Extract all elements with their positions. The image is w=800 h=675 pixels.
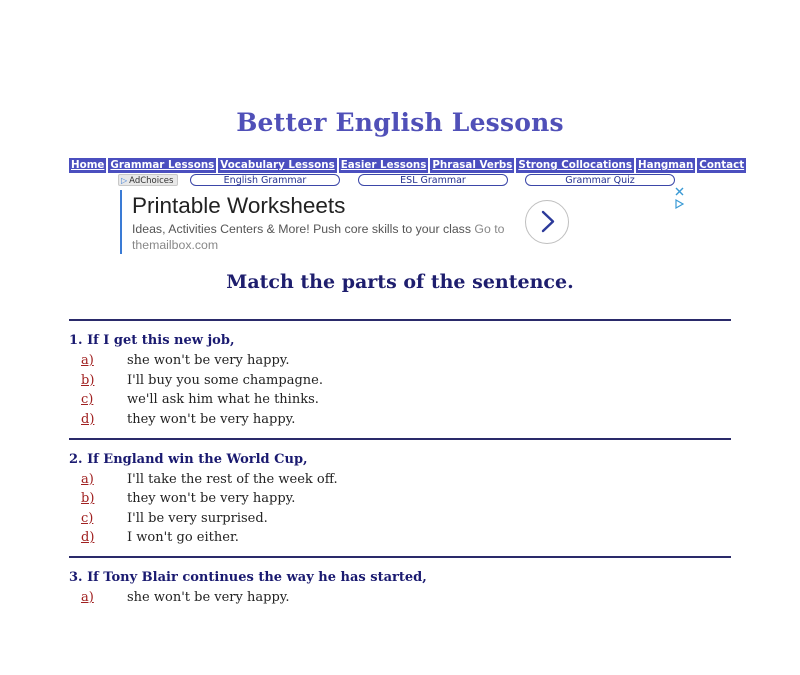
option-text: I won't go either. — [127, 530, 239, 545]
nav-item-easier-lessons[interactable]: Easier Lessons — [338, 158, 429, 173]
option-letter-link[interactable]: a) — [81, 472, 94, 487]
nav-bar: Home Grammar Lessons Vocabulary Lessons … — [69, 158, 747, 173]
option-text: she won't be very happy. — [127, 353, 290, 368]
option-row: c) we'll ask him what he thinks. — [69, 392, 731, 412]
option-text: they won't be very happy. — [127, 411, 296, 427]
ad-corner-controls — [673, 186, 685, 210]
option-letter-link[interactable]: d) — [81, 412, 94, 427]
option-text: I'll buy you some champagne. — [127, 372, 323, 388]
adchoices-badge[interactable]: ▷ AdChoices — [118, 174, 178, 186]
option-row: a) I'll take the rest of the week off. — [69, 472, 731, 492]
ad-links-bar: ▷ AdChoices English Grammar ESL Grammar G… — [118, 174, 678, 187]
question-text: 2. If England win the World Cup, — [69, 451, 308, 467]
option-letter-link[interactable]: d) — [81, 530, 94, 545]
quiz: 1. If I get this new job, a) she won't b… — [69, 319, 731, 675]
option-row: c) I'll be very surprised. — [69, 511, 731, 531]
option-row: b) I'll buy you some champagne. — [69, 373, 731, 393]
option-row: d) I won't go either. — [69, 530, 731, 550]
close-icon[interactable] — [673, 186, 685, 210]
nav-item-strong-collocations[interactable]: Strong Collocations — [516, 158, 634, 173]
chevron-right-icon-svg — [541, 210, 555, 233]
nav-item-contact[interactable]: Contact — [697, 158, 747, 173]
ad-headline[interactable]: Printable Worksheets — [132, 193, 345, 219]
ad-banner[interactable]: Printable Worksheets Ideas, Activities C… — [120, 190, 586, 254]
ad-url[interactable]: themailbox.com — [132, 238, 218, 252]
option-row: d) they won't be very happy. — [69, 412, 731, 432]
question-1: 1. If I get this new job, a) she won't b… — [69, 321, 731, 438]
question-3: 3. If Tony Blair continues the way he ha… — [69, 558, 731, 675]
option-text: they won't be very happy. — [127, 491, 296, 506]
option-letter-link[interactable]: c) — [81, 511, 93, 526]
ad-link-grammar-quiz[interactable]: Grammar Quiz — [525, 174, 675, 186]
site-title: Better English Lessons — [236, 108, 564, 137]
option-letter-link[interactable]: b) — [81, 373, 94, 388]
nav-item-grammar-lessons[interactable]: Grammar Lessons — [108, 158, 217, 173]
ad-link-esl-grammar[interactable]: ESL Grammar — [358, 174, 508, 186]
adchoices-icon: ▷ — [121, 176, 128, 185]
nav-item-vocabulary-lessons[interactable]: Vocabulary Lessons — [218, 158, 337, 173]
option-row: b) they won't be very happy. — [69, 491, 731, 511]
option-text: I'll be very surprised. — [127, 510, 268, 526]
option-letter-link[interactable]: a) — [81, 353, 94, 368]
page-heading: Match the parts of the sentence. — [226, 271, 574, 293]
nav-item-phrasal-verbs[interactable]: Phrasal Verbs — [430, 158, 515, 173]
option-letter-link[interactable]: a) — [81, 590, 94, 605]
option-letter-link[interactable]: c) — [81, 392, 93, 407]
question-text: 1. If I get this new job, — [69, 333, 235, 348]
option-text: we'll ask him what he thinks. — [127, 392, 319, 407]
question-text: 3. If Tony Blair continues the way he ha… — [69, 570, 427, 585]
ad-link-english-grammar[interactable]: English Grammar — [190, 174, 340, 186]
chevron-right-icon[interactable] — [525, 200, 569, 244]
option-letter-link[interactable]: b) — [81, 491, 94, 506]
ad-goto: Go to — [474, 222, 505, 236]
nav-item-hangman[interactable]: Hangman — [636, 158, 696, 173]
question-2: 2. If England win the World Cup, a) I'll… — [69, 440, 731, 557]
option-row: a) she won't be very happy. — [69, 353, 731, 373]
option-text: she won't be very happy. — [127, 590, 290, 605]
nav-item-home[interactable]: Home — [69, 158, 107, 173]
ad-description-text: Ideas, Activities Centers & More! Push c… — [132, 222, 471, 236]
ad-description: Ideas, Activities Centers & More! Push c… — [132, 222, 527, 253]
option-text: I'll take the rest of the week off. — [127, 471, 338, 487]
adchoices-label: AdChoices — [129, 176, 174, 186]
